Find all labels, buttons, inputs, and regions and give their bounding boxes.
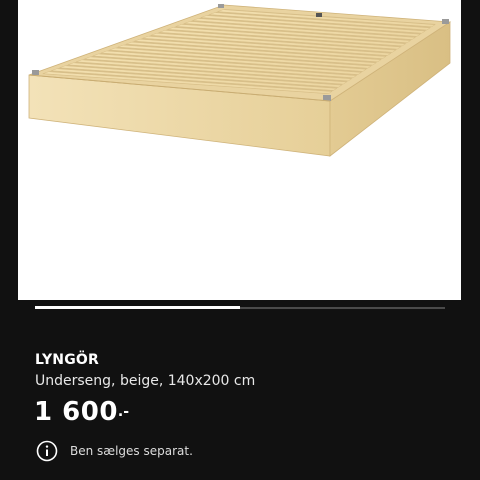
- product-description: Underseng, beige, 140x200 cm: [35, 373, 256, 389]
- bed-base-illustration: [28, 4, 452, 157]
- info-icon: [36, 440, 58, 462]
- info-note: Ben sælges separat.: [36, 440, 193, 462]
- price-main: 1 600: [34, 397, 118, 427]
- product-name: LYNGÖR: [35, 352, 99, 368]
- carousel-progress-fill: [35, 306, 240, 309]
- info-note-text: Ben sælges separat.: [70, 444, 193, 458]
- product-image[interactable]: [18, 0, 461, 300]
- product-price: 1 600.-: [34, 397, 129, 427]
- price-suffix: .-: [117, 404, 130, 420]
- image-carousel-progress[interactable]: [35, 306, 445, 309]
- product-screen: LYNGÖR Underseng, beige, 140x200 cm 1 60…: [0, 0, 480, 480]
